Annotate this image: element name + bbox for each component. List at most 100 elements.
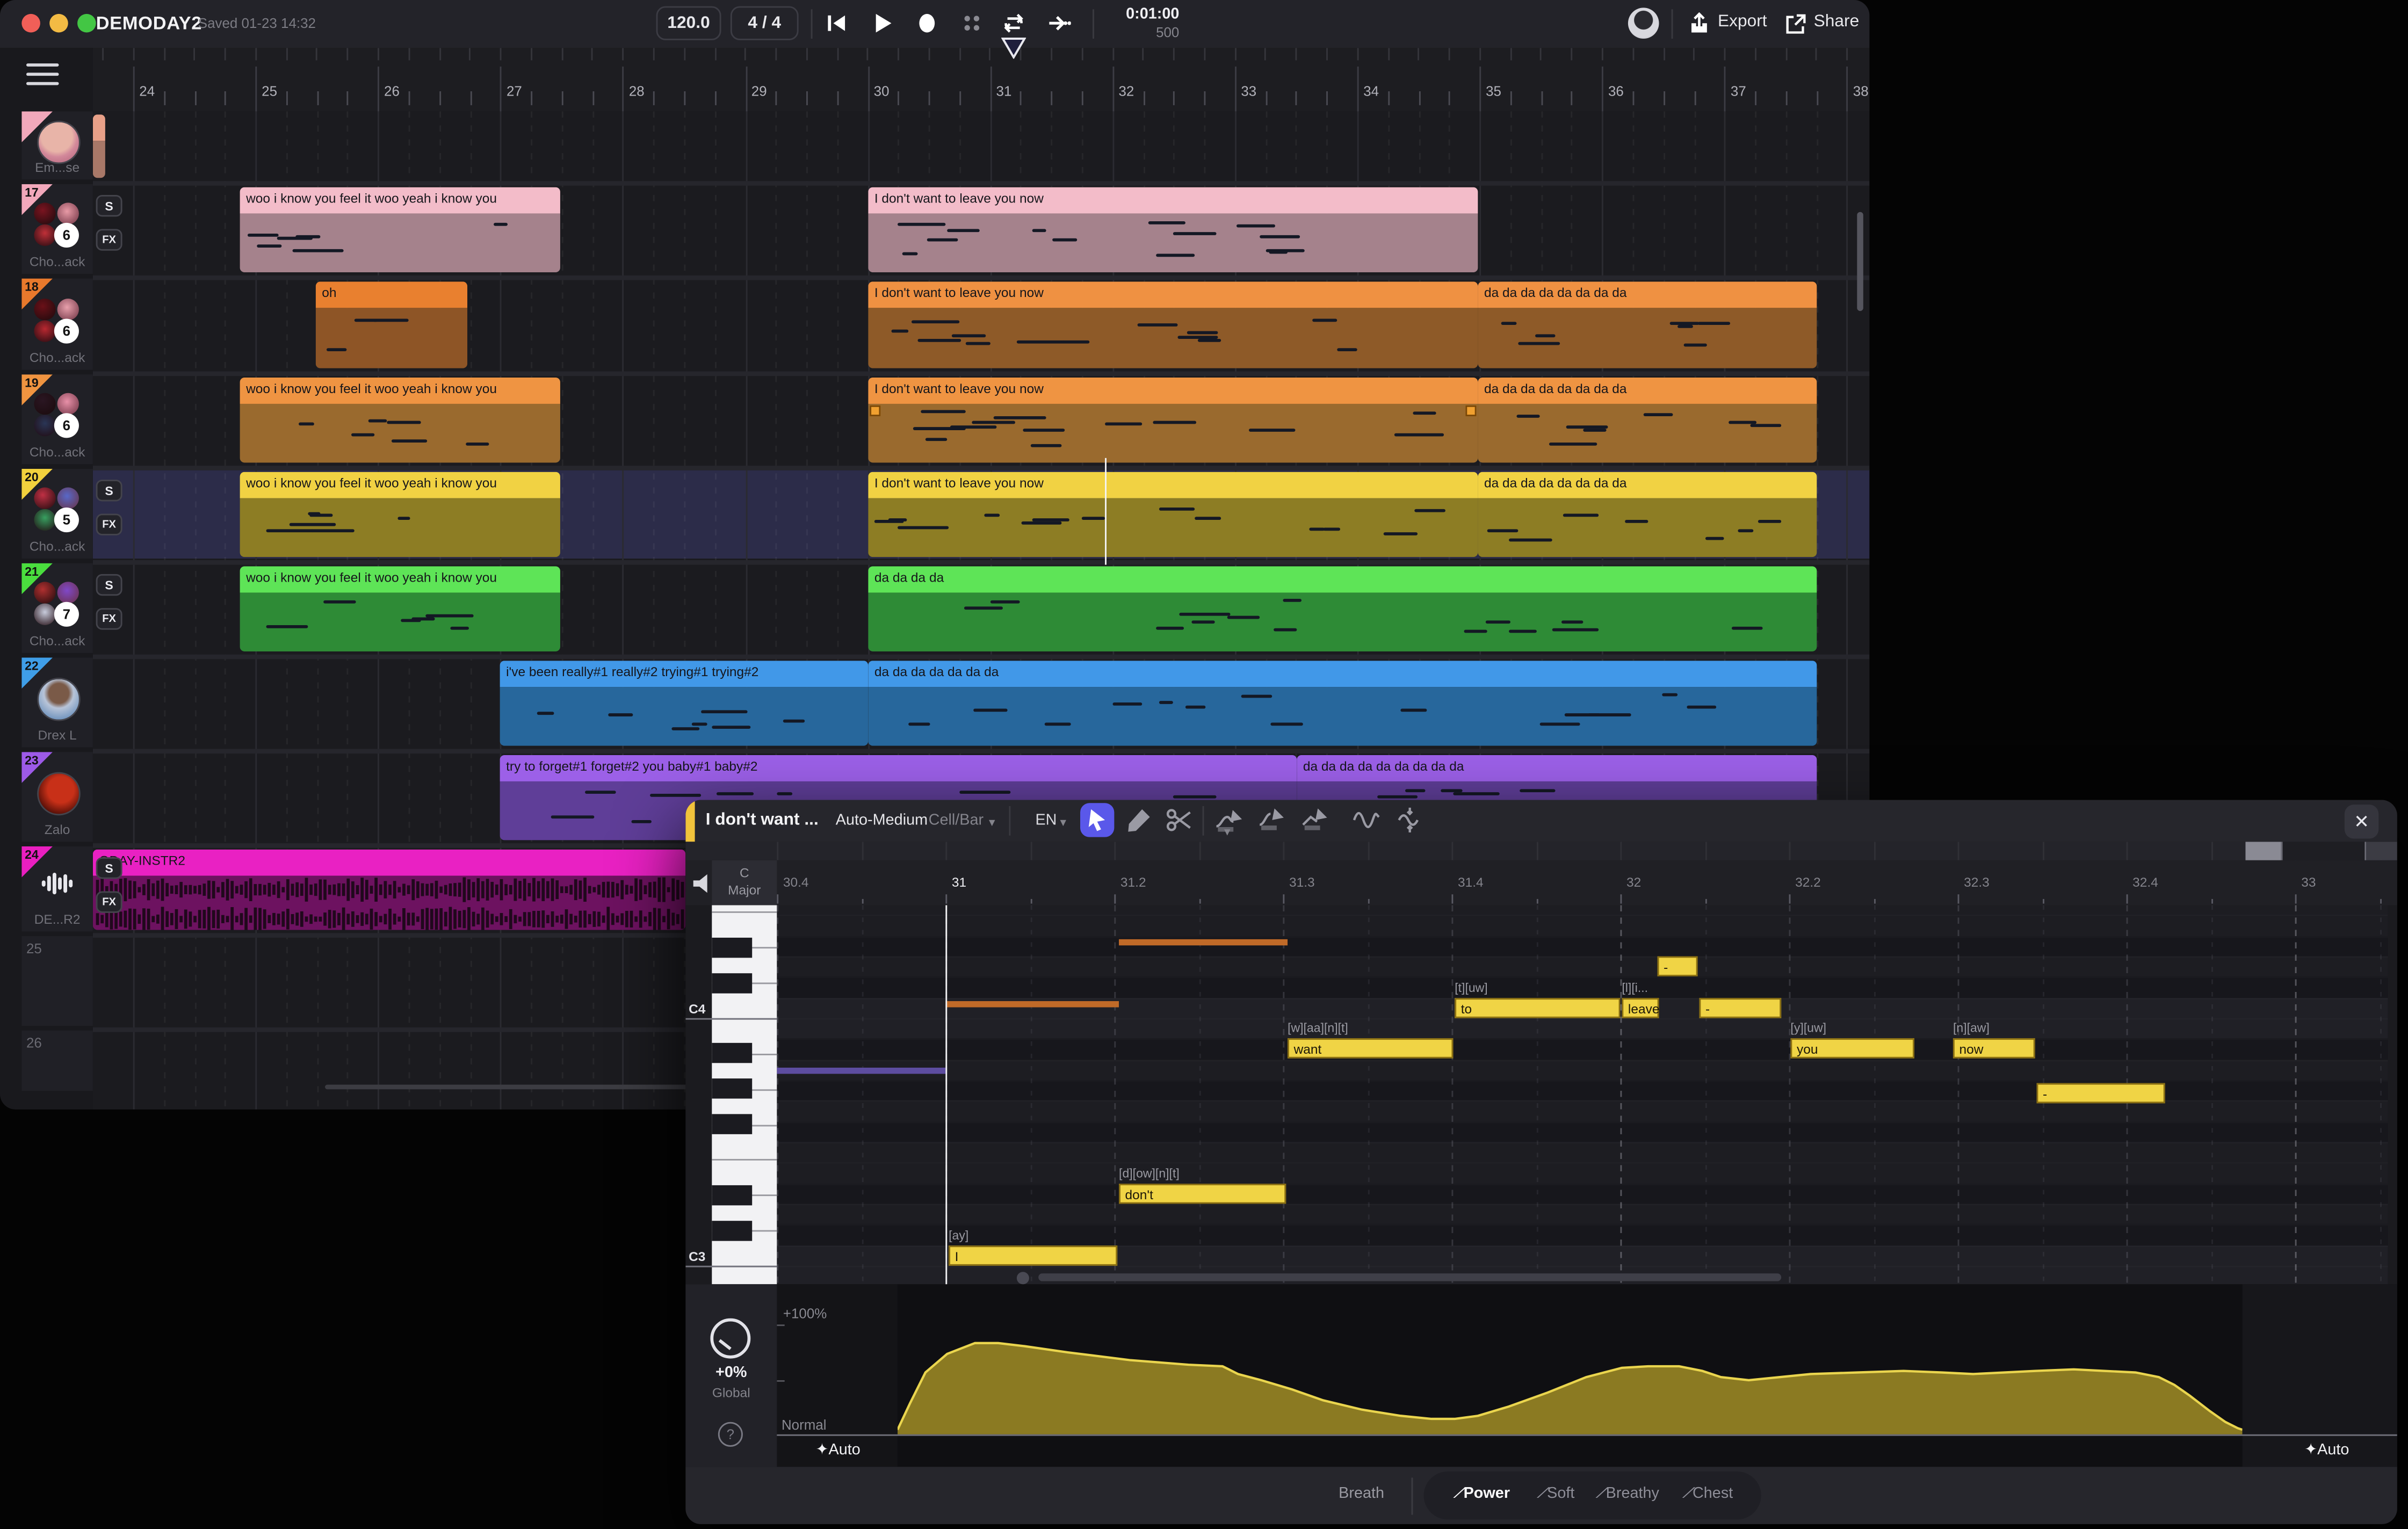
pencil-tool-button[interactable] <box>1124 805 1155 836</box>
skip-to-start-button[interactable] <box>825 11 850 35</box>
dynamics-knob[interactable] <box>710 1318 750 1359</box>
user-avatar[interactable] <box>1628 8 1659 39</box>
vocal-mode-power[interactable]: ∕Power <box>1458 1485 1510 1503</box>
track-row-header[interactable]: 26 <box>21 1031 93 1091</box>
tempo-field[interactable]: 120.0 <box>656 6 721 40</box>
follow-playhead-button[interactable] <box>1046 11 1071 35</box>
timeline-clip[interactable]: woo i know you feel it woo yeah i know y… <box>240 187 560 272</box>
help-icon[interactable]: ? <box>718 1422 743 1447</box>
track-row-header[interactable]: 186Cho...ack <box>21 279 93 370</box>
pointer-tool-button[interactable] <box>1080 803 1114 837</box>
timeline-clip[interactable]: da da da da da da da da <box>1478 472 1817 557</box>
editor-horizontal-scrollbar[interactable] <box>1038 1273 1781 1281</box>
record-button[interactable] <box>915 11 939 35</box>
dynamics-curve-area[interactable] <box>898 1284 2243 1467</box>
note[interactable]: to <box>1455 998 1620 1018</box>
black-key[interactable] <box>712 1220 752 1240</box>
dynamics-curve-tool-button[interactable] <box>1256 805 1288 836</box>
fx-button[interactable]: FX <box>96 892 122 913</box>
note[interactable]: - <box>1658 956 1698 976</box>
scissors-tool-button[interactable] <box>1164 805 1195 836</box>
clip-handle-right[interactable] <box>1465 405 1476 416</box>
track-row-header[interactable]: 24DE...R2 <box>21 846 93 931</box>
playhead-marker[interactable] <box>1001 37 1026 59</box>
share-button[interactable]: Share <box>1814 12 1860 31</box>
grid-mode-dropdown[interactable]: Cell/Bar <box>929 813 984 830</box>
note[interactable]: you <box>1790 1038 1914 1058</box>
fx-button[interactable]: FX <box>96 229 122 250</box>
black-key[interactable] <box>712 1185 752 1205</box>
black-key[interactable] <box>712 1079 752 1099</box>
vocal-mode-breathy[interactable]: ∕Breathy <box>1600 1485 1659 1503</box>
timeline-clip[interactable]: da da da da da da da da <box>1478 281 1817 368</box>
track-row-header[interactable]: Em...se <box>21 111 93 179</box>
timeline-clip[interactable]: I don't want to leave you now <box>868 472 1478 557</box>
timeline-clip[interactable] <box>93 114 105 178</box>
formant-curve-tool-button[interactable] <box>1300 805 1331 836</box>
timeline-ruler[interactable]: 242526272829303132333435363738 <box>93 48 1870 111</box>
note[interactable]: don't <box>1119 1184 1286 1204</box>
timeline-clip[interactable]: I don't want to leave you now <box>868 378 1478 462</box>
timeline-clip[interactable]: woo i know you feel it woo yeah i know y… <box>240 378 560 462</box>
track-row-header[interactable]: 196Cho...ack <box>21 374 93 464</box>
timeline-clip[interactable]: da da da da da da da <box>868 661 1817 745</box>
clip-handle-left[interactable] <box>870 405 880 416</box>
timeline-clip[interactable]: da da da da da da da da <box>1478 378 1817 462</box>
piano-keyboard[interactable] <box>712 905 777 1284</box>
horizontal-scrollbar[interactable] <box>325 1085 696 1090</box>
play-button[interactable] <box>870 11 894 35</box>
piano-roll[interactable]: I[ay]don't[d][ow][n][t]want[w][aa][n][t]… <box>685 905 2397 1284</box>
time-signature-field[interactable]: 4 / 4 <box>731 6 799 40</box>
editor-ruler[interactable]: 30.43131.231.331.43232.232.332.433 <box>685 860 2397 905</box>
export-button[interactable]: Export <box>1718 12 1767 31</box>
black-key[interactable] <box>712 1044 752 1063</box>
timeline-clip[interactable]: I don't want to leave you now <box>868 187 1478 272</box>
note[interactable]: leave <box>1622 998 1659 1018</box>
note[interactable]: - <box>1699 998 1781 1018</box>
key-scale-display[interactable]: C Major <box>712 860 777 905</box>
vocal-mode-soft[interactable]: ∕Soft <box>1542 1485 1575 1503</box>
breath-button[interactable]: Breath <box>1339 1485 1384 1503</box>
solo-button[interactable]: S <box>96 195 122 216</box>
language-dropdown[interactable]: EN <box>1035 813 1057 830</box>
track-row-header[interactable]: 217Cho...ack <box>21 563 93 653</box>
auto-toggle-right[interactable]: ✦Auto <box>2304 1442 2349 1459</box>
vibrato-tool-button[interactable] <box>1351 805 1382 836</box>
vocal-mode-chest[interactable]: ∕Chest <box>1687 1485 1733 1503</box>
editor-overview-strip[interactable] <box>685 842 2397 860</box>
note[interactable]: I <box>949 1245 1117 1265</box>
vibrato-depth-tool-button[interactable] <box>1394 805 1426 836</box>
vertical-scrollbar[interactable] <box>1857 212 1863 311</box>
track-row-header[interactable]: 25 <box>21 936 93 1026</box>
loop-button[interactable] <box>1001 11 1026 35</box>
black-key[interactable] <box>712 973 752 992</box>
timeline-clip[interactable]: woo i know you feel it woo yeah i know y… <box>240 566 560 651</box>
black-key[interactable] <box>712 937 752 957</box>
minimize-window-button[interactable] <box>49 14 68 33</box>
menu-icon[interactable] <box>26 63 59 86</box>
close-window-button[interactable] <box>21 14 40 33</box>
timeline-clip[interactable]: ODAY-INSTR2 <box>93 850 685 930</box>
note-grid[interactable]: I[ay]don't[d][ow][n][t]want[w][aa][n][t]… <box>777 905 2388 1284</box>
timeline-clip[interactable]: I don't want to leave you now <box>868 281 1478 368</box>
black-key[interactable] <box>712 1114 752 1134</box>
note[interactable]: now <box>1953 1038 2035 1058</box>
timeline-clip[interactable]: oh <box>316 281 467 368</box>
timeline-clip[interactable]: i've been really#1 really#2 trying#1 try… <box>500 661 869 745</box>
timeline-clip[interactable]: da da da da <box>868 566 1817 651</box>
note[interactable]: - <box>2037 1083 2165 1103</box>
solo-button[interactable]: S <box>96 480 122 501</box>
solo-button[interactable]: S <box>96 857 122 879</box>
solo-button[interactable]: S <box>96 574 122 596</box>
timeline-clip[interactable]: woo i know you feel it woo yeah i know y… <box>240 472 560 557</box>
auto-toggle-left[interactable]: ✦Auto <box>815 1442 860 1459</box>
track-row-header[interactable]: 205Cho...ack <box>21 469 93 559</box>
pitch-curve-tool-button[interactable]: ▾ <box>1213 805 1245 836</box>
fx-button[interactable]: FX <box>96 514 122 535</box>
close-editor-button[interactable]: ✕ <box>2345 805 2378 838</box>
scroll-handle[interactable] <box>1017 1272 1029 1284</box>
track-row-header[interactable]: 176Cho...ack <box>21 184 93 274</box>
phoneme-mode-label[interactable]: Auto-Medium <box>836 813 928 830</box>
metronome-grid-icon[interactable] <box>959 11 984 35</box>
track-row-header[interactable]: 23Zalo <box>21 752 93 842</box>
